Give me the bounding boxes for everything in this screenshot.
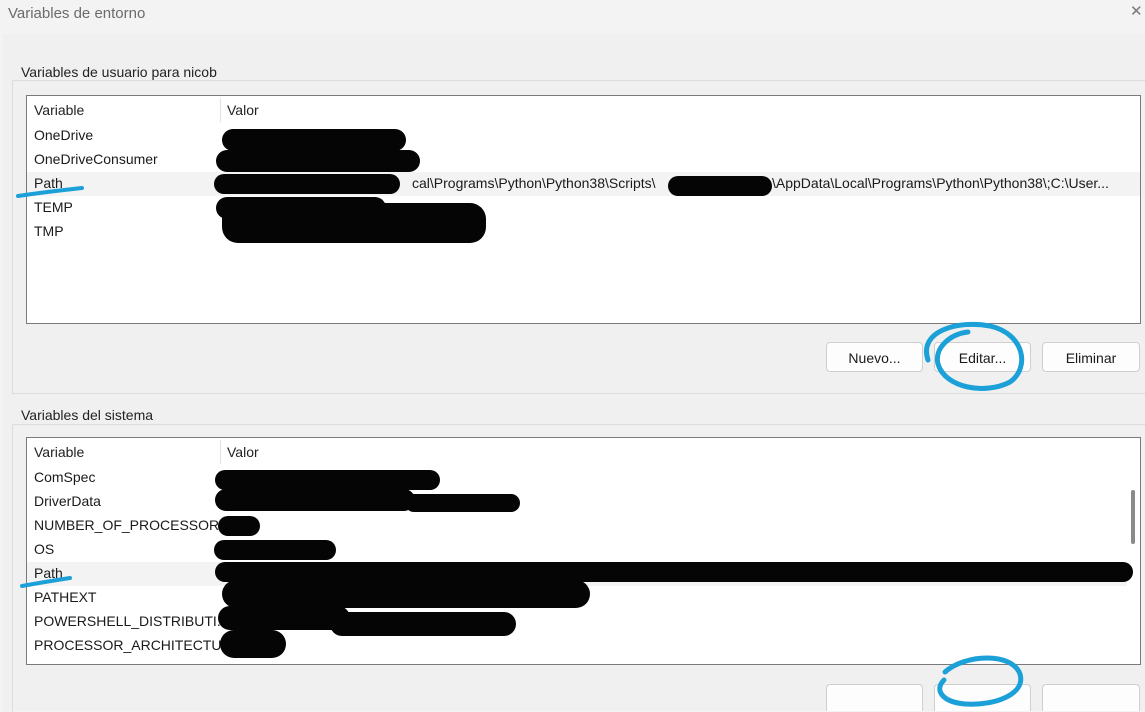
redaction-mark: [215, 562, 1133, 582]
variable-name: DriverData: [34, 493, 101, 509]
list-item[interactable]: OneDriveConsumer: [27, 148, 1140, 172]
list-item[interactable]: DriverData: [27, 490, 1127, 514]
window-title: Variables de entorno: [8, 5, 146, 22]
variable-name: ComSpec: [34, 469, 96, 485]
scrollbar-thumb[interactable]: [1131, 490, 1135, 544]
variable-name: Path: [34, 565, 63, 581]
redaction-mark: [222, 129, 406, 151]
redaction-mark: [222, 203, 486, 243]
redaction-mark: [218, 516, 260, 536]
list-item[interactable]: POWERSHELL_DISTRIBUTI...: [27, 610, 1127, 634]
list-item-path-selected[interactable]: Path cal\Programs\Python\Python38\Script…: [27, 172, 1140, 196]
redaction-mark: [405, 494, 520, 512]
list-item[interactable]: OS: [27, 538, 1127, 562]
system-list-header: Variable Valor: [27, 438, 1140, 466]
user-list-header: Variable Valor: [27, 96, 1140, 124]
variable-name: PATHEXT: [34, 589, 97, 605]
edit-system-variable-button[interactable]: [934, 684, 1031, 711]
variable-value-part: cal\Programs\Python\Python38\Scripts\: [412, 175, 656, 191]
new-system-variable-button[interactable]: [826, 684, 923, 711]
column-header-variable[interactable]: Variable: [34, 102, 84, 118]
redaction-mark: [215, 489, 415, 511]
list-item[interactable]: TMP: [27, 220, 1140, 244]
new-user-variable-button[interactable]: Nuevo...: [826, 342, 923, 372]
redaction-mark: [215, 470, 440, 490]
list-item[interactable]: ComSpec: [27, 466, 1127, 490]
redaction-mark: [222, 580, 590, 608]
redaction-mark: [214, 540, 336, 560]
variable-name: NUMBER_OF_PROCESSORS: [34, 517, 229, 533]
variable-name: TMP: [34, 223, 64, 239]
title-bar: Variables de entorno ✕: [0, 0, 1145, 34]
variable-name: OneDriveConsumer: [34, 151, 158, 167]
variable-name: OS: [34, 541, 55, 557]
list-item[interactable]: OneDrive: [27, 124, 1140, 148]
column-header-value[interactable]: Valor: [227, 102, 259, 118]
redaction-mark: [214, 174, 400, 194]
column-separator[interactable]: [220, 98, 221, 122]
user-variables-label: Variables de usuario para nicob: [19, 64, 219, 80]
variable-name: OneDrive: [34, 127, 94, 143]
column-header-value[interactable]: Valor: [227, 444, 259, 460]
delete-system-variable-button[interactable]: [1042, 684, 1140, 711]
list-item[interactable]: PROCESSOR_ARCHITECTU...: [27, 634, 1127, 658]
variable-name: POWERSHELL_DISTRIBUTI...: [34, 613, 229, 629]
close-icon[interactable]: ✕: [1130, 2, 1143, 20]
system-variables-label: Variables del sistema: [19, 407, 156, 423]
variable-name: Path: [34, 175, 63, 191]
edit-user-variable-button[interactable]: Editar...: [934, 342, 1031, 372]
variable-name: TEMP: [34, 199, 73, 215]
variable-value-part: \AppData\Local\Programs\Python\Python38\…: [772, 175, 1109, 191]
column-header-variable[interactable]: Variable: [34, 444, 84, 460]
redaction-mark: [668, 176, 772, 196]
delete-user-variable-button[interactable]: Eliminar: [1042, 342, 1140, 372]
system-variables-list[interactable]: Variable Valor ComSpec DriverData NUMBER…: [26, 437, 1141, 665]
user-variables-list[interactable]: Variable Valor OneDrive OneDriveConsumer…: [26, 95, 1141, 324]
column-separator[interactable]: [220, 440, 221, 464]
vertical-scrollbar[interactable]: [1128, 438, 1140, 664]
list-item[interactable]: NUMBER_OF_PROCESSORS: [27, 514, 1127, 538]
variable-name: PROCESSOR_ARCHITECTU...: [34, 637, 234, 653]
list-item[interactable]: TEMP: [27, 196, 1140, 220]
redaction-mark: [216, 150, 420, 172]
redaction-mark: [330, 612, 516, 636]
redaction-mark: [220, 630, 286, 658]
